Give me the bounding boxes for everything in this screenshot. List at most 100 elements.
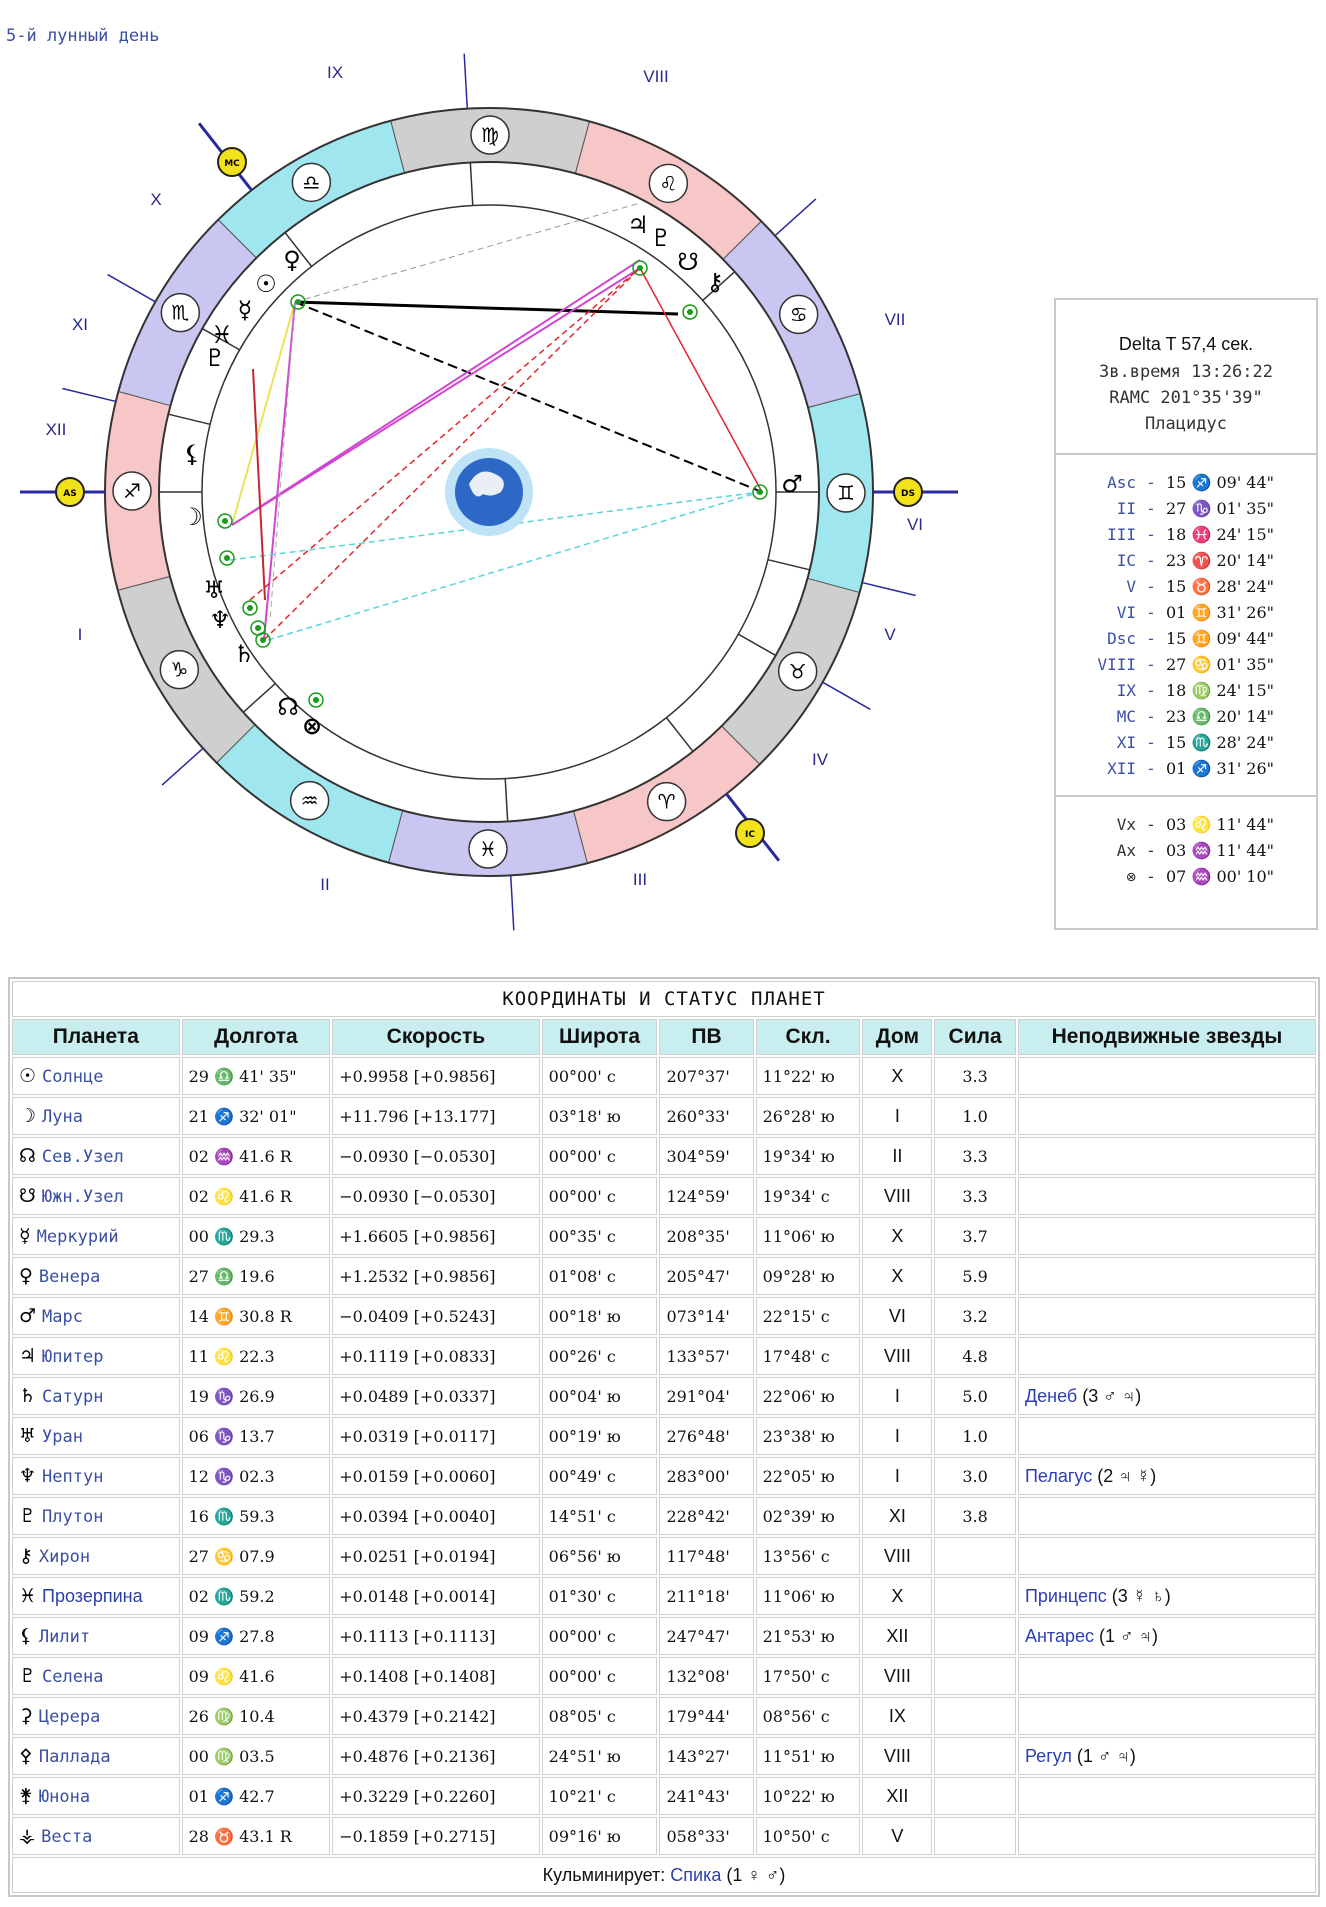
planet-name-link[interactable]: Хирон — [39, 1547, 90, 1567]
latitude-cell: 00°00' с — [541, 1617, 658, 1655]
fixed-star-link[interactable]: Антарес — [1025, 1626, 1094, 1646]
table-row: ♂ Марс 14 ♊ 30.8 R −0.0409 [+0.5243] 00°18' … — [12, 1297, 1316, 1335]
planet-glyph-icon: ♀ — [19, 1265, 33, 1287]
declination-cell: 13°56' с — [755, 1537, 861, 1575]
planet-glyph-icon: ⚶ — [19, 1825, 36, 1847]
longitude-cell: 29 ♎ 41' 35" — [181, 1057, 331, 1095]
house-numeral: VI — [907, 515, 923, 534]
star-link-spica[interactable]: Спика — [670, 1865, 721, 1885]
planet-name-link[interactable]: Церера — [39, 1707, 100, 1727]
longitude-cell: 19 ♑ 26.9 — [181, 1377, 331, 1415]
cusp-value: 27 ♋ 01' 35" — [1166, 654, 1275, 674]
declination-cell: 10°50' с — [755, 1817, 861, 1855]
sign-glyph-icon: ♏ — [171, 301, 189, 325]
speed-cell: +0.4379 [+0.2142] — [332, 1697, 540, 1735]
fixed-star-link[interactable]: Денеб — [1025, 1386, 1077, 1406]
ramc: RAMC 201°35'39" — [1109, 388, 1263, 408]
strength-cell: 1.0 — [934, 1417, 1016, 1455]
fixed-star-aspect: (1 ♂ ♃) — [1094, 1625, 1159, 1646]
planet-cell: ♇ Селена — [12, 1657, 180, 1695]
planet-glyph-icon: ♇ — [204, 344, 226, 372]
cusp-name: Dsc — [1107, 628, 1136, 648]
culmination-label: Кульминирует: — [542, 1864, 671, 1885]
planet-name-link[interactable]: Луна — [42, 1107, 83, 1127]
planet-name-link[interactable]: Плутон — [42, 1507, 103, 1527]
declination-cell: 22°05' ю — [755, 1457, 861, 1495]
planet-name-link[interactable]: Прозерпина — [42, 1586, 143, 1606]
latitude-cell: 00°04' ю — [541, 1377, 658, 1415]
planet-glyph-icon: ♓ — [19, 1585, 37, 1607]
latitude-cell: 24°51' ю — [541, 1737, 658, 1775]
cusp-dash: - — [1146, 732, 1156, 752]
planet-glyph-icon: ♇ — [650, 224, 672, 252]
planet-name-link[interactable]: Селена — [42, 1667, 103, 1687]
extra-point-dash: - — [1146, 840, 1156, 860]
cusp-dash: - — [1146, 550, 1156, 570]
house-cell: XII — [862, 1617, 933, 1655]
cusp-name: V — [1126, 576, 1136, 596]
fixed-star-cell — [1017, 1297, 1316, 1335]
cusp-name: II — [1116, 498, 1136, 518]
planet-name-link[interactable]: Лилит — [39, 1627, 90, 1647]
house-cusp-ext — [861, 581, 916, 597]
planet-name-link[interactable]: Юнона — [39, 1787, 90, 1807]
house-cusp-ext — [161, 747, 204, 786]
speed-cell: −0.0930 [−0.0530] — [332, 1137, 540, 1175]
house-numeral: IX — [327, 63, 343, 82]
declination-cell: 19°34' ю — [755, 1137, 861, 1175]
planet-name-link[interactable]: Южн.Узел — [42, 1187, 124, 1207]
strength-cell: 5.0 — [934, 1377, 1016, 1415]
natal-chart-wheel: ♈♉♊♋♌♍♎♏♐♑♒♓III IIIIVVVIVIIVIIIIXXXIXIIAS… — [20, 53, 958, 931]
cusp-value: 15 ♐ 09' 44" — [1166, 472, 1275, 492]
cusp-name: VI — [1116, 602, 1136, 622]
planet-name-link[interactable]: Венера — [39, 1267, 100, 1287]
column-header: ПВ — [659, 1019, 754, 1055]
table-row: ♅ Уран 06 ♑ 13.7 +0.0319 [+0.0117] 00°19' ю2… — [12, 1417, 1316, 1455]
extra-point-row: ⊗ -07 ♒ 00' 10" — [1056, 863, 1316, 889]
table-row: ♄ Сатурн 19 ♑ 26.9 +0.0489 [+0.0337] 00°04' … — [12, 1377, 1316, 1415]
fixed-star-link[interactable]: Принцепс — [1025, 1586, 1107, 1606]
speed-cell: +0.3229 [+0.2260] — [332, 1777, 540, 1815]
fixed-star-link[interactable]: Пелагус — [1025, 1466, 1092, 1486]
sign-glyph-icon: ♒ — [301, 789, 319, 813]
strength-cell: 3.2 — [934, 1297, 1016, 1335]
house-cell: X — [862, 1257, 933, 1295]
house-cusps-list: Asc -15 ♐ 09' 44" II -27 ♑ 01' 35" III -18 ♓ … — [1056, 455, 1316, 797]
speed-cell: +0.0159 [+0.0060] — [332, 1457, 540, 1495]
planet-name-link[interactable]: Юпитер — [42, 1347, 103, 1367]
table-row: ⚸ Лилит 09 ♐ 27.8 +0.1113 [+0.1113] 00°00' с… — [12, 1617, 1316, 1655]
sign-glyph-icon: ♎ — [302, 170, 320, 194]
speed-cell: +0.4876 [+0.2136] — [332, 1737, 540, 1775]
house-cell: VIII — [862, 1737, 933, 1775]
planet-glyph-icon: ♇ — [19, 1505, 37, 1527]
planet-name-link[interactable]: Меркурий — [37, 1227, 119, 1247]
planet-name-link[interactable]: Веста — [41, 1827, 92, 1847]
planet-glyph-icon: ⊗ — [302, 712, 322, 740]
house-cell: VIII — [862, 1537, 933, 1575]
latitude-cell: 14°51' с — [541, 1497, 658, 1535]
latitude-cell: 00°19' ю — [541, 1417, 658, 1455]
longitude-cell: 01 ♐ 42.7 — [181, 1777, 331, 1815]
declination-cell: 11°51' ю — [755, 1737, 861, 1775]
planet-glyph-icon: ⚸ — [183, 440, 201, 468]
cusp-row: Dsc -15 ♊ 09' 44" — [1056, 625, 1316, 651]
declination-cell: 11°22' ю — [755, 1057, 861, 1095]
table-row: ♆ Нептун 12 ♑ 02.3 +0.0159 [+0.0060] 00°49' … — [12, 1457, 1316, 1495]
planet-name-link[interactable]: Нептун — [42, 1467, 103, 1487]
extra-points-list: Vx -03 ♌ 11' 44" Ax -03 ♒ 11' 44" ⊗ -07 ♒ 00'… — [1056, 797, 1316, 889]
planet-name-link[interactable]: Сатурн — [42, 1387, 103, 1407]
planet-name-link[interactable]: Уран — [42, 1427, 83, 1447]
planet-cell: ⚳ Церера — [12, 1697, 180, 1735]
planet-name-link[interactable]: Марс — [42, 1307, 83, 1327]
right-ascension-cell: 211°18' — [659, 1577, 754, 1615]
strength-cell — [934, 1777, 1016, 1815]
planet-name-link[interactable]: Паллада — [39, 1747, 111, 1767]
planet-name-link[interactable]: Сев.Узел — [42, 1147, 124, 1167]
column-header: Сила — [934, 1019, 1016, 1055]
fixed-star-link[interactable]: Регул — [1025, 1746, 1072, 1766]
longitude-cell: 28 ♉ 43.1 R — [181, 1817, 331, 1855]
planet-name-link[interactable]: Солнце — [42, 1067, 103, 1087]
planet-cell: ☉ Солнце — [12, 1057, 180, 1095]
latitude-cell: 01°08' с — [541, 1257, 658, 1295]
planet-dot — [255, 625, 261, 631]
